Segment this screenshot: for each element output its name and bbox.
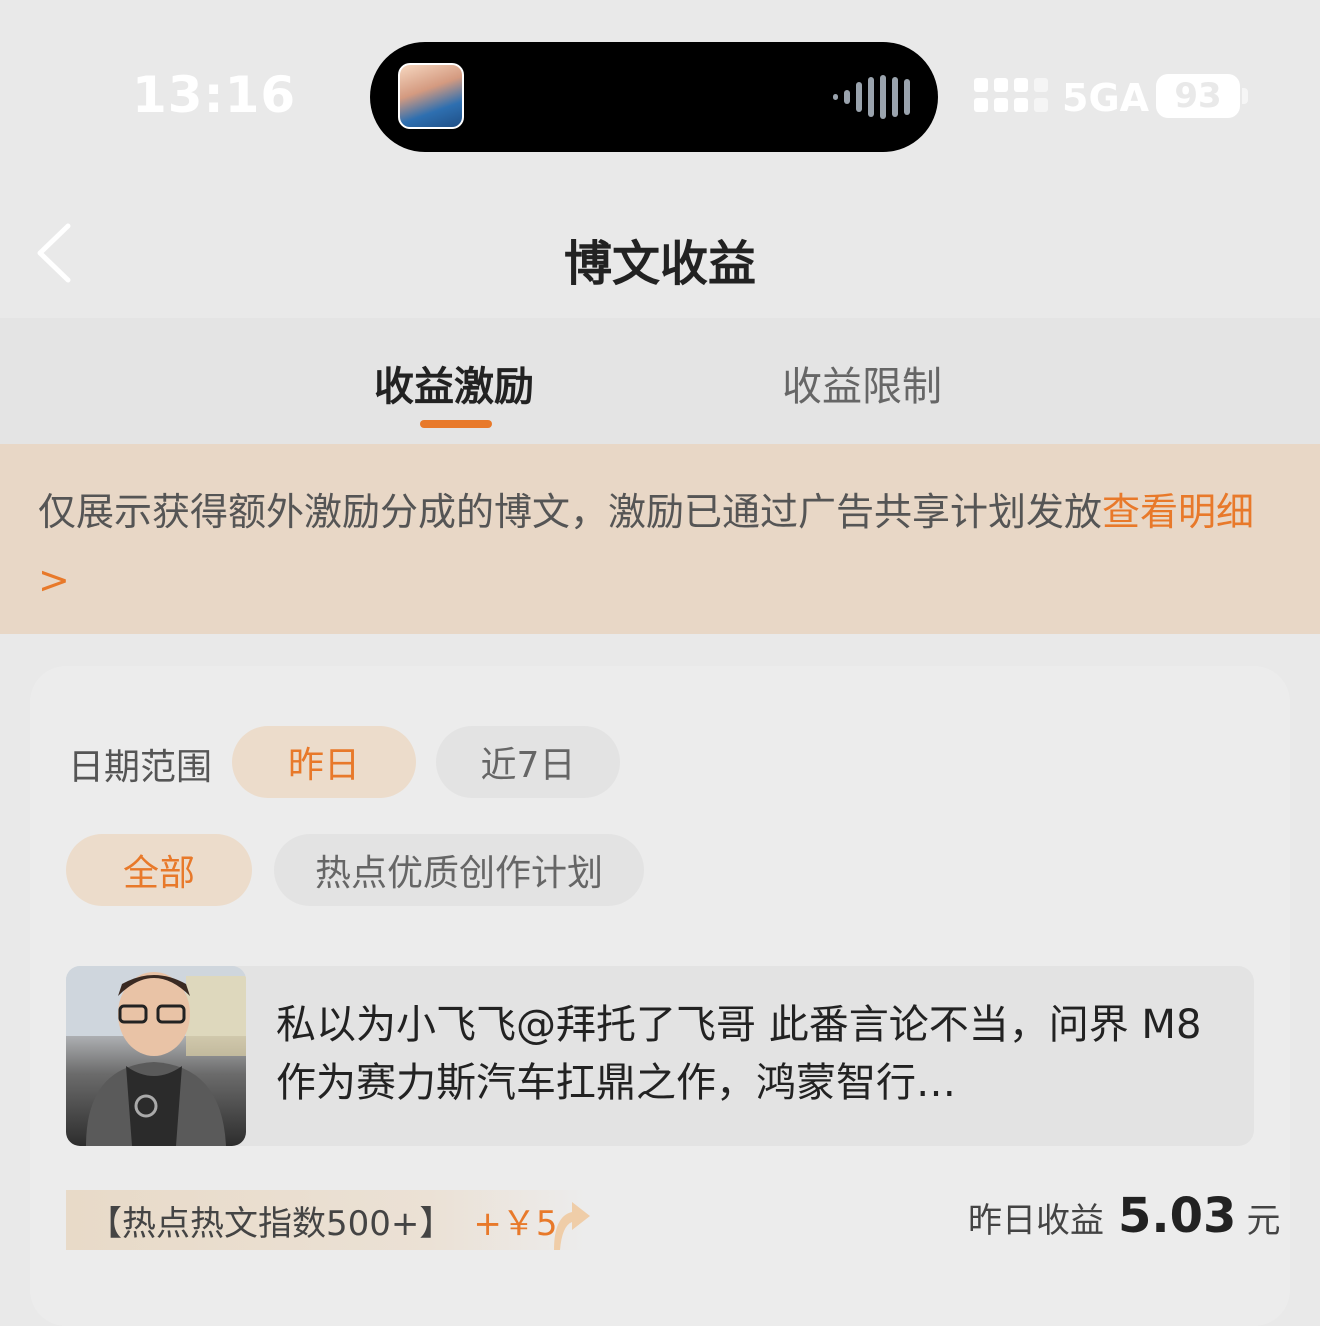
notice-banner: 仅展示获得额外激励分成的博文，激励已通过广告共享计划发放查看明细> — [0, 444, 1320, 634]
tab-earnings-incentive[interactable]: 收益激励 — [374, 354, 534, 412]
earnings-label: 昨日收益 — [968, 1201, 1104, 1241]
notice-text: 仅展示获得额外激励分成的博文，激励已通过广告共享计划发放 — [38, 490, 1103, 534]
active-tab-indicator — [420, 420, 492, 428]
cellular-signal-icon — [974, 78, 1048, 112]
dynamic-island[interactable] — [370, 42, 938, 152]
arrow-up-icon — [554, 1202, 590, 1250]
network-type: 5GA — [1062, 76, 1150, 120]
yesterday-earnings: 昨日收益 5.03 元 — [968, 1188, 1280, 1244]
battery-tip — [1242, 88, 1248, 104]
audio-waveform-icon — [833, 74, 910, 120]
date-chip-yesterday[interactable]: 昨日 — [232, 726, 416, 798]
page-title: 博文收益 — [563, 236, 756, 292]
earnings-unit: 元 — [1246, 1201, 1281, 1241]
earnings-card: 日期范围 昨日 近7日 全部 热点优质创作计划 私以为小飞飞@拜托了飞哥 此番言… — [30, 666, 1290, 1326]
tab-bar: 收益激励 收益限制 — [0, 318, 1320, 444]
tab-earnings-restriction[interactable]: 收益限制 — [782, 354, 942, 412]
date-chip-last-7-days[interactable]: 近7日 — [436, 726, 620, 798]
bonus-amount: +￥5 — [473, 1203, 558, 1244]
post-title: 私以为小飞飞@拜托了飞哥 此番言论不当，问界 M8 作为赛力斯汽车扛鼎之作，鸿蒙… — [276, 1002, 1202, 1106]
hot-index-tag: 【热点热文指数500+】 +￥5 — [66, 1190, 586, 1250]
post-item[interactable]: 私以为小飞飞@拜托了飞哥 此番言论不当，问界 M8 作为赛力斯汽车扛鼎之作，鸿蒙… — [66, 966, 1254, 1146]
type-chip-all[interactable]: 全部 — [66, 834, 252, 906]
earnings-value: 5.03 — [1118, 1188, 1237, 1244]
now-playing-thumbnail — [398, 63, 464, 129]
battery-indicator: 93 — [1156, 74, 1240, 118]
date-range-label: 日期范围 — [68, 747, 213, 788]
post-thumbnail — [66, 966, 246, 1146]
hot-index-tag-text: 【热点热文指数500+】 — [88, 1203, 454, 1244]
status-time: 13:16 — [132, 66, 297, 124]
type-chip-hot-quality-plan[interactable]: 热点优质创作计划 — [274, 834, 644, 906]
